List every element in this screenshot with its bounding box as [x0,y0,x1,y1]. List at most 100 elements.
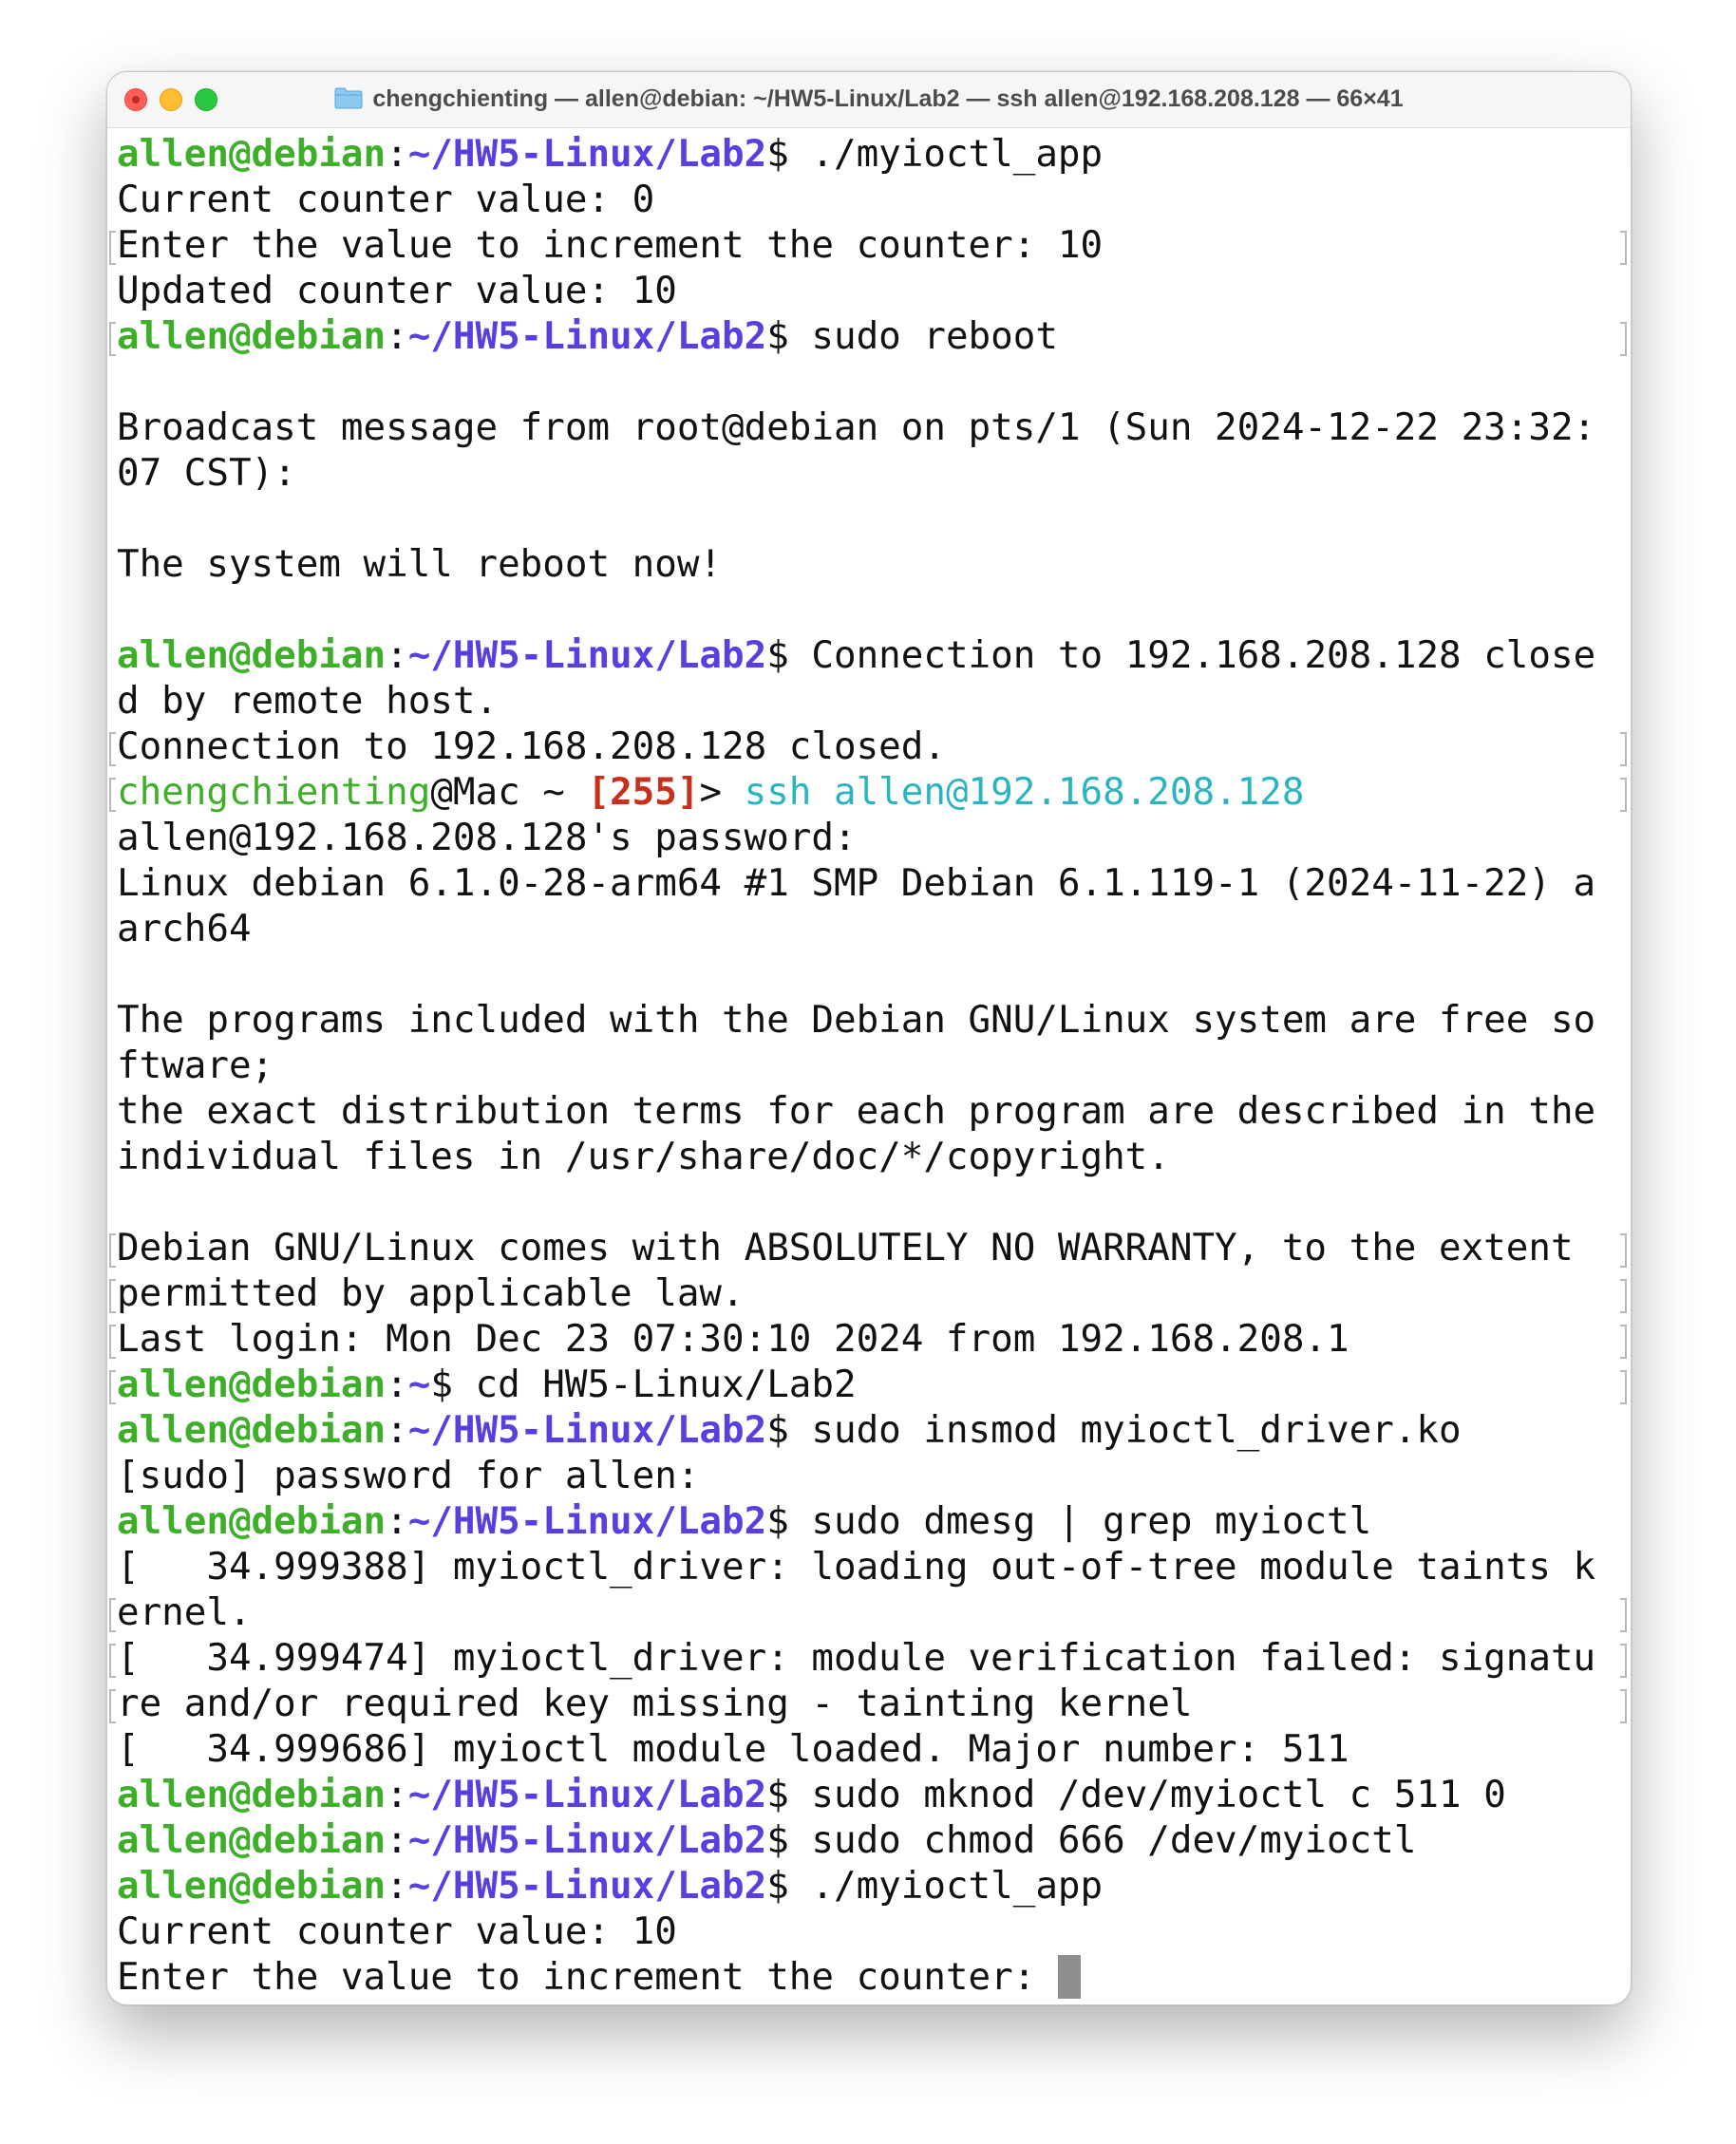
command-argument: allen@192.168.208.128 [834,771,1305,814]
terminal-line: Linux debian 6.1.0-28-arm64 #1 SMP Debia… [117,861,1631,907]
prompt-user-host: allen@debian [117,133,387,176]
terminal-line: Debian GNU/Linux comes with ABSOLUTELY N… [109,1226,1631,1271]
output-text: individual files in /usr/share/doc/*/cop… [117,1136,1170,1178]
output-text: Linux debian 6.1.0-28-arm64 #1 SMP Debia… [117,862,1596,905]
prompt-path: ~/HW5-Linux/Lab2 [407,634,767,677]
terminal-line: allen@debian:~/HW5-Linux/Lab2$ sudo dmes… [117,1499,1631,1545]
output-text: Updated counter value: 10 [117,270,677,312]
window-title-text: chengchienting — allen@debian: ~/HW5-Lin… [372,85,1404,112]
terminal-line: allen@debian:~/HW5-Linux/Lab2$ ./myioctl… [117,132,1631,178]
terminal-line: ernel. [109,1590,1631,1636]
output-text: [ 34.999474] myioctl_driver: module veri… [117,1637,1596,1680]
mac-prompt-arrow: > [699,771,745,814]
mac-prompt-user: chengchienting [117,771,431,814]
command-text: sudo mknod /dev/myioctl c 511 0 [811,1774,1506,1816]
exit-status-bracket: ] [676,771,700,814]
command-text: ssh [744,771,812,814]
output-text: Current counter value: 10 [117,1910,677,1953]
terminal-line: the exact distribution terms for each pr… [117,1089,1631,1135]
text-cursor[interactable] [1057,1955,1081,1999]
command-text: sudo dmesg | grep myioctl [811,1500,1372,1543]
prompt-symbol: $ [766,634,812,677]
terminal-line: allen@debian:~/HW5-Linux/Lab2$ ./myioctl… [117,1864,1631,1909]
prompt-user-host: allen@debian [117,1500,387,1543]
command-text: Connection to 192.168.208.128 close [811,634,1596,677]
command-text: ./myioctl_app [811,133,1104,176]
output-text: Broadcast message from root@debian on pt… [117,406,1596,449]
command-text: ./myioctl_app [811,1865,1104,1908]
terminal-output[interactable]: allen@debian:~/HW5-Linux/Lab2$ ./myioctl… [109,132,1631,2004]
command-space [811,771,834,814]
terminal-line: allen@debian:~/HW5-Linux/Lab2$ sudo rebo… [109,314,1631,360]
prompt-path: ~/HW5-Linux/Lab2 [407,1819,767,1862]
prompt-colon: : [386,1774,408,1816]
prompt-path: ~/HW5-Linux/Lab2 [407,1500,767,1543]
prompt-colon: : [386,133,408,176]
terminal-line: Enter the value to increment the counter… [109,223,1631,269]
prompt-user-host: allen@debian [117,1409,387,1452]
output-text: allen@192.168.208.128's password: [117,817,857,859]
command-text: sudo reboot [811,315,1058,358]
exit-status-bracket: [ [587,771,611,814]
terminal-window: chengchienting — allen@debian: ~/HW5-Lin… [106,71,1632,2005]
output-text: [ 34.999686] myioctl module loaded. Majo… [117,1728,1349,1771]
output-text: d by remote host. [117,680,499,723]
prompt-symbol: $ [766,1500,812,1543]
terminal-line: Broadcast message from root@debian on pt… [117,405,1631,451]
output-text: Current counter value: 0 [117,179,655,221]
output-text: Enter the value to increment the counter… [117,224,1104,267]
prompt-user-host: allen@debian [117,634,387,677]
terminal-line: d by remote host. [117,679,1631,724]
output-text: The programs included with the Debian GN… [117,999,1596,1042]
output-text: ftware; [117,1044,274,1087]
prompt-symbol: $ [430,1364,476,1406]
prompt-colon: : [386,1500,408,1543]
output-text: The system will reboot now! [117,543,723,586]
prompt-symbol: $ [766,1409,812,1452]
terminal-line: [ 34.999686] myioctl module loaded. Majo… [117,1727,1631,1773]
terminal-line: allen@debian:~/HW5-Linux/Lab2$ sudo mkno… [117,1773,1631,1818]
prompt-colon: : [386,1409,408,1452]
output-text: Connection to 192.168.208.128 closed. [117,725,946,768]
terminal-line: allen@debian:~/HW5-Linux/Lab2$ sudo insm… [117,1408,1631,1454]
output-text: the exact distribution terms for each pr… [117,1090,1596,1133]
output-text: Debian GNU/Linux comes with ABSOLUTELY N… [117,1227,1574,1269]
output-text: arch64 [117,908,252,950]
output-text: Last login: Mon Dec 23 07:30:10 2024 fro… [117,1318,1349,1361]
terminal-line: 07 CST): [117,451,1631,497]
terminal-line: permitted by applicable law. [109,1271,1631,1317]
terminal-line: individual files in /usr/share/doc/*/cop… [117,1135,1631,1180]
prompt-colon: : [386,315,408,358]
output-text: permitted by applicable law. [117,1272,745,1315]
terminal-line: Enter the value to increment the counter… [117,1955,1631,2001]
folder-icon [334,87,363,109]
prompt-user-host: allen@debian [117,1364,387,1406]
prompt-symbol: $ [766,1774,812,1816]
terminal-line: [ 34.999388] myioctl_driver: loading out… [117,1545,1631,1590]
terminal-line: Updated counter value: 10 [117,269,1631,314]
prompt-path: ~ [407,1364,431,1406]
prompt-user-host: allen@debian [117,315,387,358]
terminal-line: Connection to 192.168.208.128 closed. [109,724,1631,770]
command-text: sudo insmod myioctl_driver.ko [811,1409,1462,1452]
prompt-symbol: $ [766,133,812,176]
terminal-line: allen@debian:~/HW5-Linux/Lab2$ sudo chmo… [117,1818,1631,1864]
mac-prompt-host: @Mac ~ [430,771,588,814]
prompt-path: ~/HW5-Linux/Lab2 [407,315,767,358]
prompt-path: ~/HW5-Linux/Lab2 [407,1409,767,1452]
terminal-line: [sudo] password for allen: [117,1454,1631,1499]
terminal-line: chengchienting@Mac ~ [255]> ssh allen@19… [109,770,1631,816]
terminal-line: arch64 [117,907,1631,952]
terminal-line: re and/or required key missing - taintin… [109,1682,1631,1727]
command-text: sudo chmod 666 /dev/myioctl [811,1819,1417,1862]
prompt-user-host: allen@debian [117,1774,387,1816]
terminal-line: allen@debian:~/HW5-Linux/Lab2$ Connectio… [117,633,1631,679]
prompt-colon: : [386,634,408,677]
title-bar[interactable]: chengchienting — allen@debian: ~/HW5-Lin… [107,72,1631,128]
prompt-path: ~/HW5-Linux/Lab2 [407,1774,767,1816]
input-prompt-text: Enter the value to increment the counter… [117,1956,1058,1999]
terminal-line: [ 34.999474] myioctl_driver: module veri… [109,1636,1631,1682]
terminal-line: The programs included with the Debian GN… [117,998,1631,1044]
